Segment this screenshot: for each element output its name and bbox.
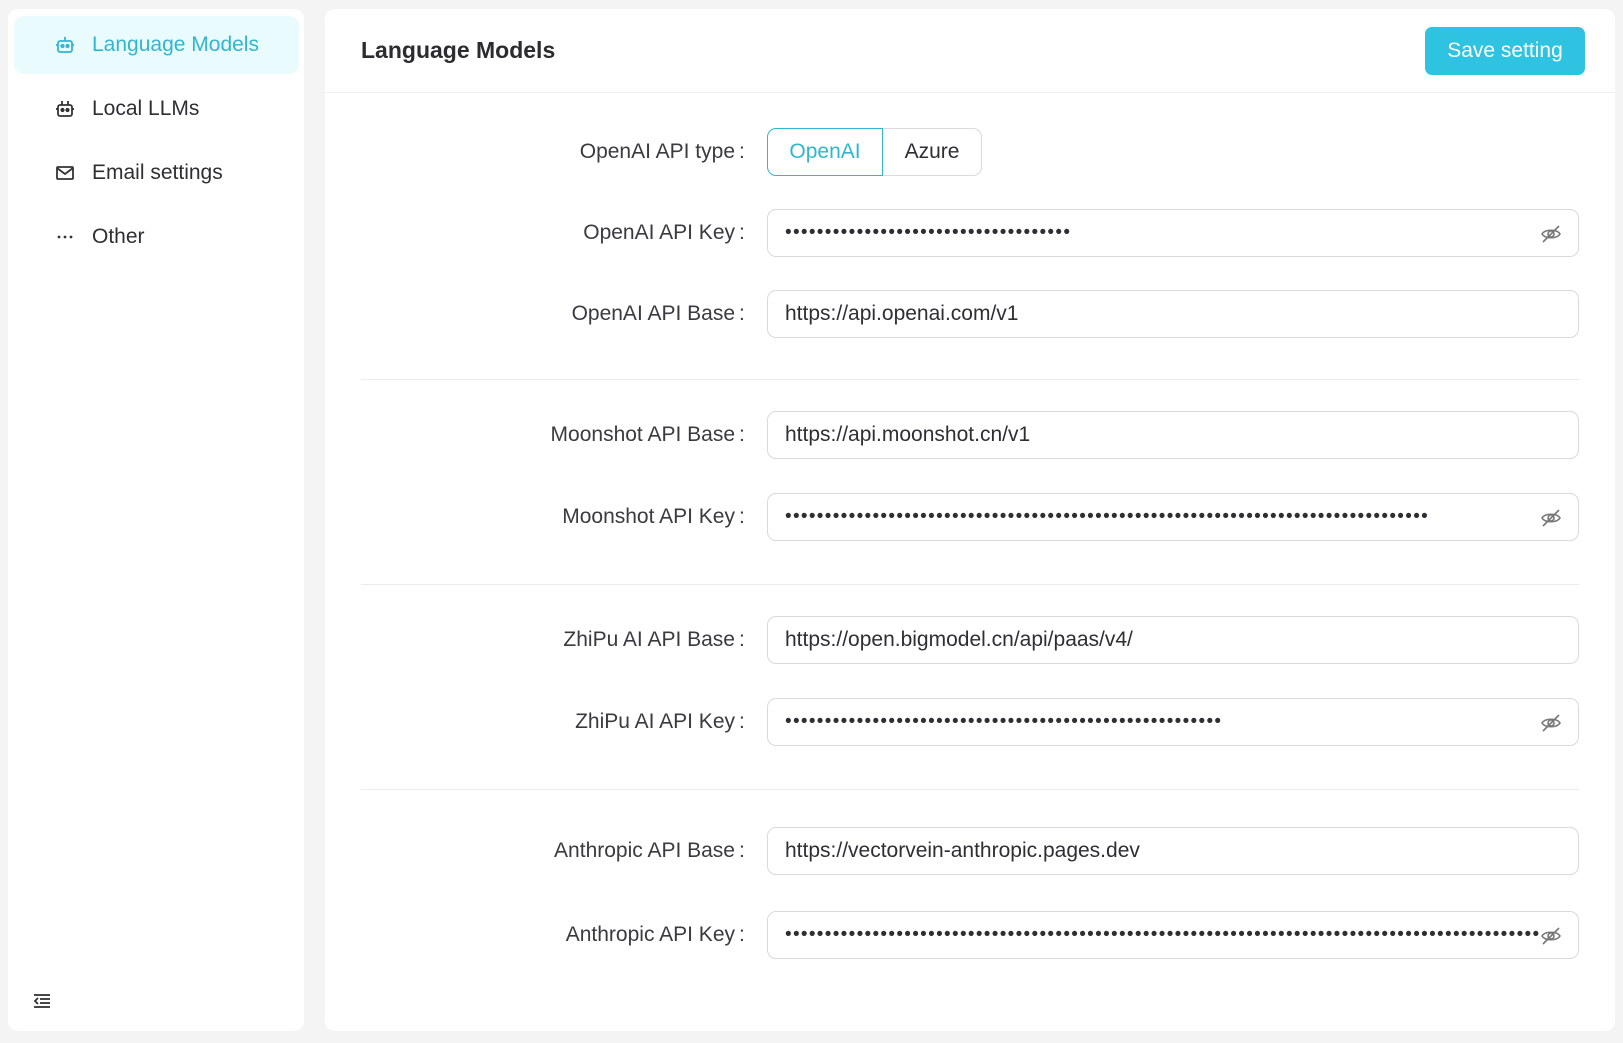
field-label: Anthropic API Key bbox=[565, 923, 735, 946]
label-colon: : bbox=[739, 839, 745, 862]
label-colon: : bbox=[739, 710, 745, 733]
sidebar: Language Models Local LLMs Email setting… bbox=[8, 9, 304, 1031]
openai-api-key-row: OpenAI API Key : •••••••••••••••••••••••… bbox=[325, 209, 1615, 257]
openai-api-key-input[interactable]: •••••••••••••••••••••••••••••••••••• bbox=[767, 209, 1579, 257]
input-value: https://open.bigmodel.cn/api/paas/v4/ bbox=[785, 628, 1133, 651]
field-label: OpenAI API type bbox=[579, 140, 735, 163]
field-label: Moonshot API Key bbox=[562, 505, 735, 528]
ellipsis-icon bbox=[54, 226, 76, 248]
section-divider bbox=[361, 584, 1579, 585]
label-colon: : bbox=[739, 221, 745, 244]
robot-icon bbox=[54, 98, 76, 120]
field-label: ZhiPu AI API Key bbox=[575, 710, 735, 733]
field-label: OpenAI API Base bbox=[571, 302, 735, 325]
menu-collapse-icon[interactable] bbox=[32, 991, 54, 1013]
label-colon: : bbox=[739, 423, 745, 446]
sidebar-item-label: Email settings bbox=[92, 161, 223, 184]
sidebar-item-label: Other bbox=[92, 225, 145, 248]
input-value: https://api.moonshot.cn/v1 bbox=[785, 423, 1031, 446]
field-label: OpenAI API Key bbox=[583, 221, 735, 244]
masked-value: ••••••••••••••••••••••••••••••••••••••••… bbox=[785, 711, 1223, 732]
zhipu-api-base-row: ZhiPu AI API Base : https://open.bigmode… bbox=[325, 616, 1615, 664]
sidebar-item-language-models[interactable]: Language Models bbox=[14, 16, 299, 74]
masked-value: •••••••••••••••••••••••••••••••••••• bbox=[785, 222, 1072, 243]
zhipu-api-key-input[interactable]: ••••••••••••••••••••••••••••••••••••••••… bbox=[767, 698, 1579, 746]
label-colon: : bbox=[739, 505, 745, 528]
eye-hidden-icon[interactable] bbox=[1540, 223, 1562, 245]
page-title: Language Models bbox=[361, 37, 556, 63]
eye-hidden-icon[interactable] bbox=[1540, 925, 1562, 947]
field-label: Moonshot API Base bbox=[550, 423, 735, 446]
moonshot-api-key-input[interactable]: ••••••••••••••••••••••••••••••••••••••••… bbox=[767, 493, 1579, 541]
sidebar-item-label: Language Models bbox=[92, 33, 259, 56]
anthropic-api-key-row: Anthropic API Key : ••••••••••••••••••••… bbox=[325, 911, 1615, 959]
option-openai[interactable]: OpenAI bbox=[767, 128, 883, 176]
openai-type-segmented: OpenAI Azure bbox=[767, 128, 982, 176]
sidebar-item-email-settings[interactable]: Email settings bbox=[14, 144, 299, 202]
anthropic-api-base-input[interactable]: https://vectorvein-anthropic.pages.dev bbox=[767, 827, 1579, 875]
input-value: https://vectorvein-anthropic.pages.dev bbox=[785, 839, 1140, 862]
page-header: Language Models Save setting bbox=[325, 9, 1615, 93]
label-colon: : bbox=[739, 628, 745, 651]
zhipu-api-base-input[interactable]: https://open.bigmodel.cn/api/paas/v4/ bbox=[767, 616, 1579, 664]
eye-hidden-icon[interactable] bbox=[1540, 712, 1562, 734]
section-divider bbox=[361, 789, 1579, 790]
sidebar-item-local-llms[interactable]: Local LLMs bbox=[14, 80, 299, 138]
input-value: https://api.openai.com/v1 bbox=[785, 302, 1019, 325]
robot-icon bbox=[54, 34, 76, 56]
anthropic-api-base-row: Anthropic API Base : https://vectorvein-… bbox=[325, 827, 1615, 875]
label-colon: : bbox=[739, 302, 745, 325]
openai-api-type-row: OpenAI API type : OpenAI Azure bbox=[325, 128, 1615, 176]
openai-api-base-input[interactable]: https://api.openai.com/v1 bbox=[767, 290, 1579, 338]
option-azure[interactable]: Azure bbox=[883, 128, 982, 176]
openai-api-base-row: OpenAI API Base : https://api.openai.com… bbox=[325, 290, 1615, 338]
field-label: Anthropic API Base bbox=[554, 839, 735, 862]
moonshot-api-base-input[interactable]: https://api.moonshot.cn/v1 bbox=[767, 411, 1579, 459]
section-divider bbox=[361, 379, 1579, 380]
masked-value: ••••••••••••••••••••••••••••••••••••••••… bbox=[785, 924, 1540, 945]
save-setting-button[interactable]: Save setting bbox=[1425, 27, 1585, 75]
mail-icon bbox=[54, 162, 76, 184]
main-panel: Language Models Save setting OpenAI API … bbox=[325, 9, 1615, 1031]
moonshot-api-base-row: Moonshot API Base : https://api.moonshot… bbox=[325, 411, 1615, 459]
anthropic-api-key-input[interactable]: ••••••••••••••••••••••••••••••••••••••••… bbox=[767, 911, 1579, 959]
field-label: ZhiPu AI API Base bbox=[563, 628, 735, 651]
masked-value: ••••••••••••••••••••••••••••••••••••••••… bbox=[785, 506, 1430, 527]
label-colon: : bbox=[739, 140, 745, 163]
sidebar-item-other[interactable]: Other bbox=[14, 208, 299, 266]
moonshot-api-key-row: Moonshot API Key : •••••••••••••••••••••… bbox=[325, 493, 1615, 541]
label-colon: : bbox=[739, 923, 745, 946]
eye-hidden-icon[interactable] bbox=[1540, 507, 1562, 529]
sidebar-item-label: Local LLMs bbox=[92, 97, 200, 120]
zhipu-api-key-row: ZhiPu AI API Key : •••••••••••••••••••••… bbox=[325, 698, 1615, 746]
